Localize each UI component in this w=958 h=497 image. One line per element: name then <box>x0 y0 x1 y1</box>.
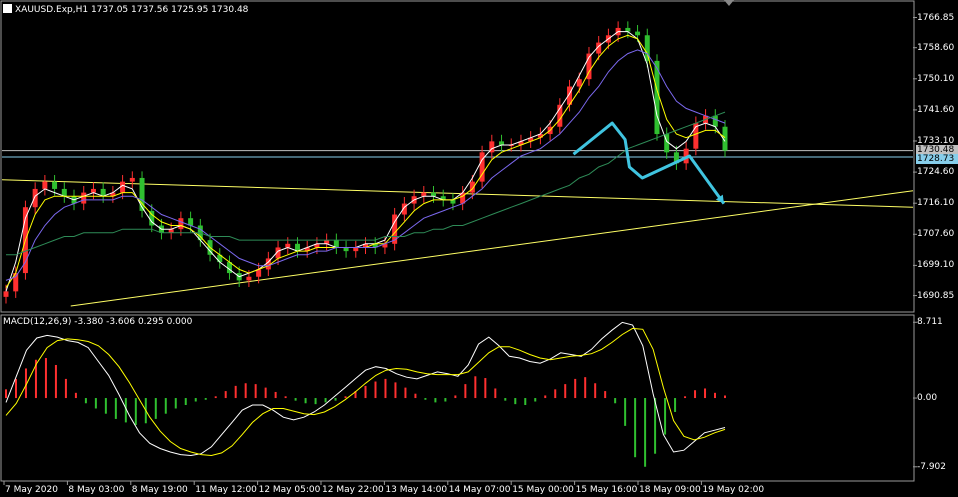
price-tick-label: 1690.85 <box>917 290 955 301</box>
candle-body <box>421 192 427 197</box>
candle-body <box>343 247 349 252</box>
price-tick-label: 1741.60 <box>917 104 955 115</box>
candle-body <box>353 247 359 252</box>
date-tick-label: 7 May 2020 <box>5 485 58 495</box>
candle-body <box>32 188 38 208</box>
price-tick-label: 1707.60 <box>917 229 955 240</box>
candle-body <box>246 276 252 281</box>
price-tick-label: 1750.10 <box>917 73 955 84</box>
current-price-tag: 1728.73 <box>916 153 958 164</box>
candle-body <box>285 243 291 248</box>
candle-body <box>324 240 330 244</box>
candle-body <box>178 218 184 230</box>
macd-tick-label: 0.00 <box>917 393 938 404</box>
price-tick-label: 1699.10 <box>917 260 955 271</box>
candle-body <box>712 115 718 127</box>
candle-body <box>168 229 174 233</box>
candle-body <box>42 181 48 189</box>
date-tick-label: 8 May 19:00 <box>131 485 188 495</box>
date-tick-label: 15 May 00:00 <box>512 485 574 495</box>
date-tick-label: 8 May 03:00 <box>68 485 125 495</box>
candle-body <box>499 141 505 146</box>
price-tick-label: 1724.60 <box>917 167 955 178</box>
candle-body <box>431 192 437 197</box>
macd-tick-label: 8.711 <box>917 317 943 328</box>
macd-header: MACD(12,26,9) -3.380 -3.606 0.295 0.000 <box>3 317 192 327</box>
candle-body <box>635 31 641 36</box>
chart-background <box>0 0 958 497</box>
candle-body <box>52 181 58 189</box>
price-tick-label: 1766.85 <box>917 12 955 23</box>
candle-body <box>625 27 631 32</box>
candle-body <box>129 177 135 182</box>
macd-title: MACD(12,26,9) -3.380 -3.606 0.295 0.000 <box>3 317 193 327</box>
date-tick-label: 13 May 14:00 <box>385 485 448 495</box>
candle-body <box>3 291 9 297</box>
macd-tick-label: -7.902 <box>917 461 947 472</box>
date-tick-label: 14 May 07:00 <box>448 485 511 495</box>
price-tick-label: 1758.60 <box>917 42 955 53</box>
date-tick-label: 12 May 05:00 <box>258 485 321 495</box>
price-tick-label: 1716.10 <box>917 198 955 209</box>
candle-body <box>450 199 456 204</box>
main-title: XAUUSD.Exp,H1 1737.05 1737.56 1725.95 17… <box>15 5 249 15</box>
trading-chart[interactable] <box>0 0 958 497</box>
candle-body <box>81 192 87 204</box>
date-tick-label: 11 May 12:00 <box>195 485 257 495</box>
chart-menu-icon[interactable] <box>3 4 12 13</box>
candle-body <box>576 79 582 87</box>
date-tick-label: 15 May 16:00 <box>575 485 638 495</box>
date-tick-label: 19 May 02:00 <box>702 485 765 495</box>
candle-body <box>90 188 96 193</box>
date-tick-label: 12 May 22:00 <box>322 485 384 495</box>
symbol-header: XAUUSD.Exp,H1 1737.05 1737.56 1725.95 17… <box>3 4 248 15</box>
date-tick-label: 18 May 09:00 <box>639 485 701 495</box>
